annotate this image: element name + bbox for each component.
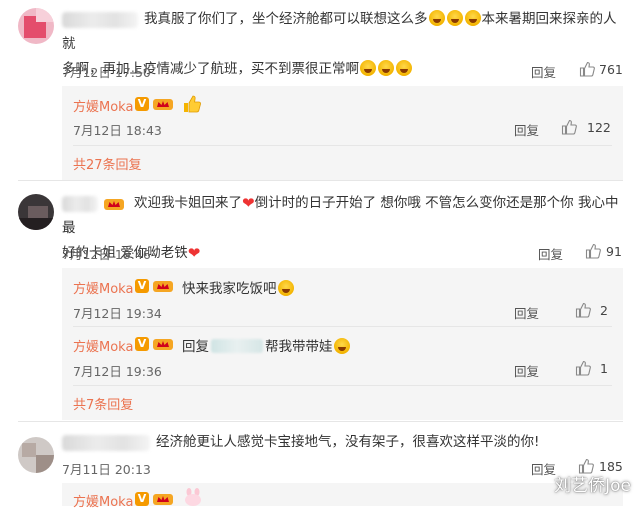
verified-badge-icon: V — [135, 279, 149, 293]
reply-time: 7月12日 19:34 — [73, 306, 162, 321]
reply-text: 快来我家吃饭吧 — [182, 277, 295, 297]
like-count: 91 — [606, 244, 622, 259]
laughing-emoji-icon — [446, 10, 463, 26]
verified-badge-icon: V — [135, 337, 149, 351]
reply-button[interactable]: 回复 — [531, 459, 556, 478]
divider — [73, 385, 612, 386]
comment-text-part: 欢迎我卡姐回来了 — [134, 195, 242, 211]
reply-thread: 方媛Moka V — [62, 483, 623, 510]
reply-username[interactable]: 方媛Moka — [73, 491, 133, 510]
sweat-emoji-icon — [333, 338, 350, 354]
divider — [73, 326, 612, 327]
reply-button[interactable]: 回复 — [514, 361, 539, 380]
thumbs-up-icon[interactable] — [575, 360, 591, 376]
heart-icon: ❤ — [242, 194, 255, 212]
comment-item: 我真服了你们了，坐个经济舱都可以联想这么多 本来暑期回来探亲的人就 多啊，再加上疫… — [0, 0, 641, 180]
thumbs-up-icon[interactable] — [575, 302, 591, 318]
thumbs-up-emoji-icon — [184, 95, 201, 113]
laughing-emoji-icon — [464, 10, 481, 26]
avatar[interactable] — [18, 194, 54, 230]
vip-crown-icon — [153, 99, 173, 110]
vip-crown-icon — [153, 339, 173, 350]
comment-text-part: 我真服了你们了，坐个经济舱都可以联想这么多 — [144, 11, 428, 27]
reply-username[interactable]: 方媛Moka — [73, 96, 133, 115]
avatar[interactable] — [18, 8, 54, 44]
reply-button[interactable]: 回复 — [514, 120, 539, 139]
verified-badge-icon: V — [135, 492, 149, 506]
like-count: 2 — [600, 303, 608, 318]
bunny-emoji-icon — [185, 488, 201, 506]
thumbs-up-icon[interactable] — [585, 243, 601, 259]
watermark: 刘艺侨Joe — [554, 476, 631, 496]
reply-username[interactable]: 方媛Moka — [73, 336, 133, 355]
reply-text: 回复 帮我带带娃 — [182, 335, 351, 355]
comment-time: 7月12日 18:46 — [62, 247, 151, 262]
reply-button[interactable]: 回复 — [538, 244, 563, 263]
divider — [73, 145, 612, 146]
laughing-emoji-icon — [378, 60, 394, 76]
more-replies-link[interactable]: 共7条回复 — [73, 394, 133, 413]
heart-icon: ❤ — [187, 244, 201, 262]
comment-item: 经济舱更让人感觉卡宝接地气，没有架子，很喜欢这样平淡的你! 7月11日 20:1… — [0, 421, 641, 510]
reply-thread: 方媛Moka V 7月12日 18:43 回复 122 共27条回复 — [62, 86, 623, 180]
laughing-emoji-icon — [360, 60, 376, 76]
reply-time: 7月12日 18:43 — [73, 123, 162, 138]
laughing-emoji-icon — [396, 60, 412, 76]
comment-time: 7月11日 20:13 — [62, 462, 151, 477]
reply-username[interactable]: 方媛Moka — [73, 278, 133, 297]
reply-button[interactable]: 回复 — [531, 62, 556, 81]
like-count: 122 — [587, 120, 611, 135]
reply-thread: 方媛Moka V 快来我家吃饭吧 7月12日 19:34 回复 2 方媛Moka… — [62, 268, 623, 420]
comment-time: 7月12日 17:50 — [62, 65, 151, 80]
more-replies-link[interactable]: 共27条回复 — [73, 154, 142, 173]
reply-time: 7月12日 19:36 — [73, 364, 162, 379]
grin-emoji-icon — [277, 280, 294, 296]
mention-blurred[interactable] — [211, 339, 263, 353]
comment-text: 经济舱更让人感觉卡宝接地气，没有架子，很喜欢这样平淡的你! — [62, 430, 623, 455]
comment-item: 欢迎我卡姐回来了❤倒计时的日子开始了 想你哦 不管怎么变你还是那个你 我心中最 … — [0, 180, 641, 420]
thumbs-up-icon[interactable] — [561, 119, 577, 135]
vip-crown-icon — [153, 281, 173, 292]
thumbs-up-icon[interactable] — [579, 61, 595, 77]
reply-button[interactable]: 回复 — [514, 303, 539, 322]
avatar[interactable] — [18, 437, 54, 473]
like-count: 761 — [599, 62, 623, 77]
verified-badge-icon: V — [135, 97, 149, 111]
comment-text-part: 经济舱更让人感觉卡宝接地气，没有架子，很喜欢这样平淡的你! — [156, 434, 540, 450]
vip-crown-icon — [153, 494, 173, 505]
like-count: 1 — [600, 361, 608, 376]
laughing-emoji-icon — [428, 10, 445, 26]
